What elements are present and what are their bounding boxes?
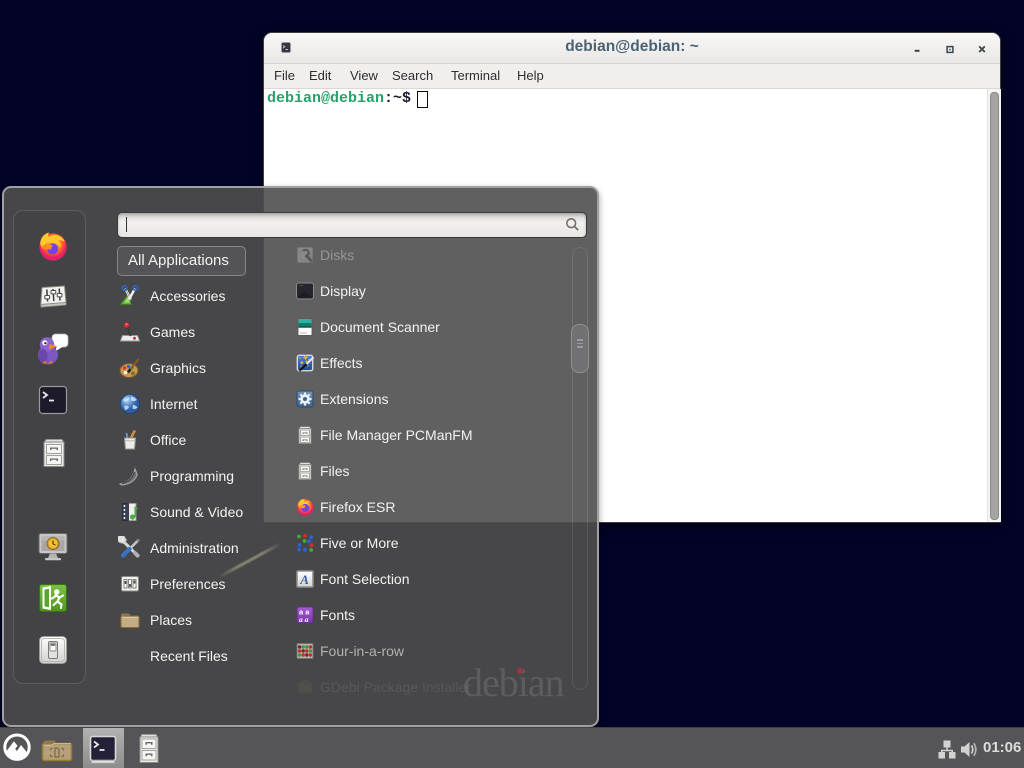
- svg-text:A: A: [299, 572, 309, 587]
- svg-text:a a: a a: [299, 615, 309, 624]
